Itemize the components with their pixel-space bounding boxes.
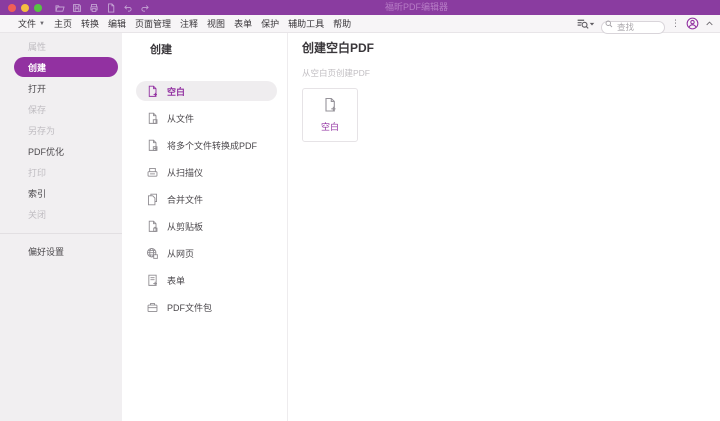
undo-icon[interactable] — [123, 3, 133, 13]
menu-items: 文件 ▼ 主页 转换 编辑 页面管理 注释 视图 表单 保护 辅助工具 帮助 — [18, 17, 351, 30]
create-option-form[interactable]: 表单 — [136, 270, 277, 290]
create-option-from-web-page[interactable]: 从网页 — [136, 243, 277, 263]
from-file-icon — [146, 112, 159, 125]
sidebar-divider — [0, 233, 122, 234]
menu-convert[interactable]: 转换 — [81, 17, 99, 30]
blank-document-icon — [146, 85, 159, 98]
convert-multiple-files-icon — [146, 139, 159, 152]
menu-edit[interactable]: 编辑 — [108, 17, 126, 30]
menu-file[interactable]: 文件 ▼ — [18, 17, 45, 30]
menu-accessibility-tools[interactable]: 辅助工具 — [288, 17, 324, 30]
blank-document-icon — [322, 97, 338, 113]
menu-home[interactable]: 主页 — [54, 17, 72, 30]
menu-protect[interactable]: 保护 — [261, 17, 279, 30]
create-panel-title: 创建 — [150, 44, 172, 56]
menu-comment[interactable]: 注释 — [180, 17, 198, 30]
menu-form[interactable]: 表单 — [234, 17, 252, 30]
menu-view[interactable]: 视图 — [207, 17, 225, 30]
panel-subtitle: 从空白页创建PDF — [302, 68, 371, 78]
create-option-from-clipboard[interactable]: 从剪贴板 — [136, 216, 277, 236]
search-icon — [605, 20, 613, 28]
find-replace-icon[interactable] — [576, 17, 595, 30]
save-icon[interactable] — [72, 3, 82, 13]
create-blank-pdf-panel: 创建空白PDF 从空白页创建PDF 空白 — [288, 33, 720, 421]
sidebar-item-save: 保存 — [28, 104, 47, 115]
clipboard-icon — [146, 220, 159, 233]
sidebar-item-pdf-optimize[interactable]: PDF优化 — [14, 141, 118, 161]
titlebar: 福昕PDF编辑器 — [0, 0, 720, 15]
sidebar-item-properties: 属性 — [28, 41, 47, 52]
web-page-icon — [146, 247, 159, 260]
panel-title: 创建空白PDF — [302, 41, 375, 55]
pdf-portfolio-icon — [146, 301, 159, 314]
minimize-window-button[interactable] — [21, 3, 29, 12]
sidebar-item-preferences[interactable]: 偏好设置 — [14, 241, 118, 261]
print-icon[interactable] — [89, 3, 99, 13]
create-option-combine-files[interactable]: 合并文件 — [136, 189, 277, 209]
more-options-icon[interactable]: ⋮ — [671, 17, 680, 30]
create-option-convert-multiple[interactable]: 将多个文件转换成PDF — [136, 135, 277, 155]
open-folder-icon[interactable] — [55, 3, 65, 13]
create-option-from-scanner[interactable]: 从扫描仪 — [136, 162, 277, 182]
redo-icon[interactable] — [140, 3, 150, 13]
file-menu-sidebar: 属性 创建 打开 保存 另存为 PDF优化 打印 索引 关闭 偏好设置 — [0, 33, 122, 421]
menubar: 文件 ▼ 主页 转换 编辑 页面管理 注释 视图 表单 保护 辅助工具 帮助 查… — [0, 15, 720, 34]
create-panel: 创建 空白 从文件 将多个文件转换成PDF 从扫描仪 合并文件 从剪贴板 从网页… — [122, 33, 288, 421]
create-option-blank[interactable]: 空白 — [136, 81, 277, 101]
sidebar-item-print: 打印 — [28, 167, 47, 178]
chevron-down-icon: ▼ — [39, 20, 45, 27]
create-option-pdf-portfolio[interactable]: PDF文件包 — [136, 297, 277, 317]
sidebar-item-open[interactable]: 打开 — [14, 78, 118, 98]
create-option-from-file[interactable]: 从文件 — [136, 108, 277, 128]
account-icon[interactable] — [686, 17, 699, 30]
blank-card-label: 空白 — [320, 122, 339, 132]
sidebar-item-save-as: 另存为 — [28, 125, 56, 136]
create-options-list: 空白 从文件 将多个文件转换成PDF 从扫描仪 合并文件 从剪贴板 从网页 表单… — [122, 81, 287, 317]
app-body: 属性 创建 打开 保存 另存为 PDF优化 打印 索引 关闭 偏好设置 创建 空… — [0, 33, 720, 421]
menu-page-management[interactable]: 页面管理 — [135, 17, 171, 30]
window-title: 福昕PDF编辑器 — [385, 2, 449, 12]
quick-access-toolbar — [55, 3, 150, 13]
combine-files-icon — [146, 193, 159, 206]
new-document-icon[interactable] — [106, 3, 116, 13]
sidebar-item-close: 关闭 — [28, 209, 47, 220]
sidebar-item-index[interactable]: 索引 — [14, 183, 118, 203]
foxit-pdf-editor-window: 福昕PDF编辑器 文件 ▼ 主页 转换 编辑 页面管理 注释 视图 表单 保护 … — [0, 0, 720, 421]
sidebar-item-create[interactable]: 创建 — [14, 57, 118, 77]
close-window-button[interactable] — [8, 3, 16, 12]
scanner-icon — [146, 166, 159, 179]
collapse-toolbar-icon[interactable] — [705, 19, 714, 28]
search-box — [601, 17, 665, 34]
menubar-right-controls: ⋮ — [576, 17, 714, 34]
blank-pdf-card[interactable]: 空白 — [302, 88, 358, 142]
menu-help[interactable]: 帮助 — [333, 17, 351, 30]
form-icon — [146, 274, 159, 287]
zoom-window-button[interactable] — [34, 3, 42, 12]
